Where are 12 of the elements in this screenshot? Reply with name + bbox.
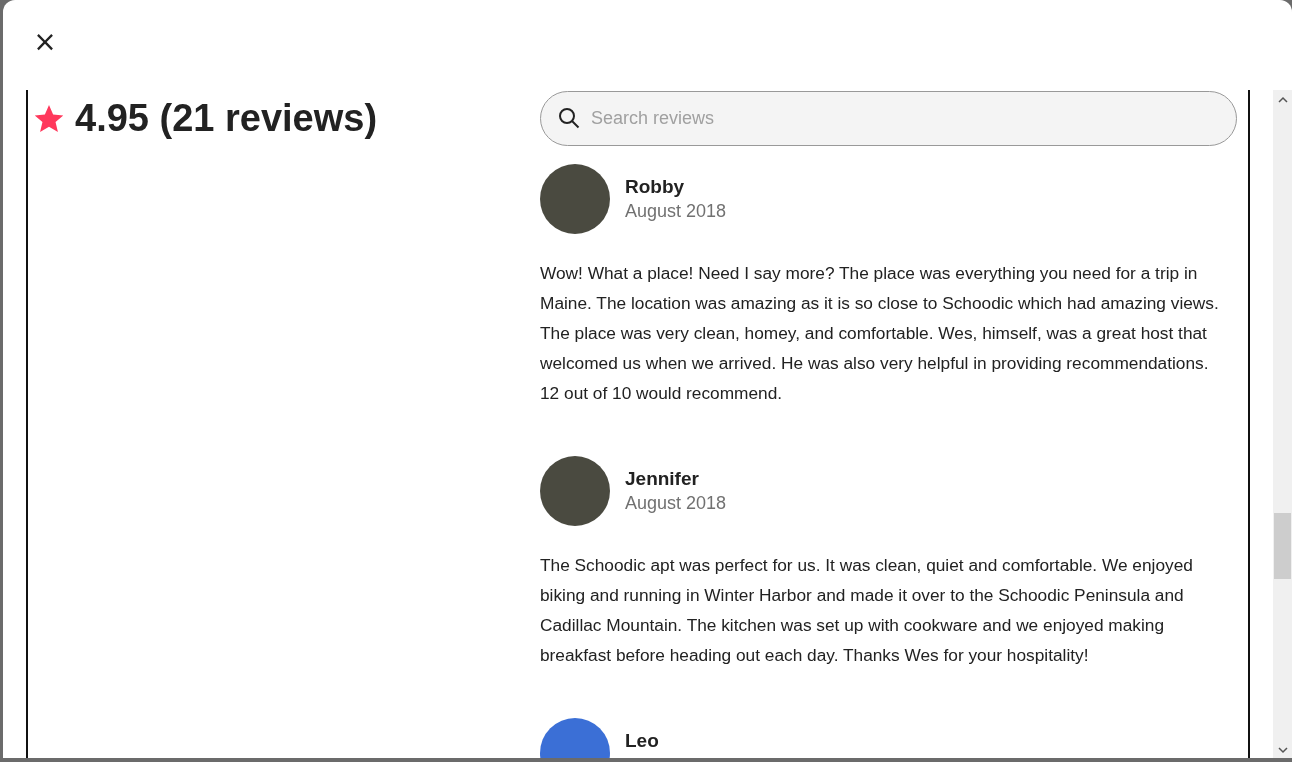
reviewer-name: Jennifer — [625, 467, 700, 491]
search-field[interactable]: Search reviews — [540, 91, 1237, 146]
reviewer-name: Leo — [625, 729, 659, 753]
review-date: August 2018 — [625, 200, 727, 223]
reviewer-name: Robby — [625, 175, 686, 199]
scrollbar-thumb[interactable] — [1274, 513, 1291, 579]
review-date: August 2018 — [625, 492, 727, 515]
star-icon — [33, 103, 65, 135]
close-button[interactable]: × — [29, 26, 61, 58]
review-text: Wow! What a place! Need I say more? The place was everything you need for a trip in Maine. The location was amazing as it is so close to Schoodic which had amazing views. The place was very clean, homey, and comfortable. Wes, himself, was a great host that welcomed us when we arrived. He was also very helpful in providing recommendations. 12 out of 10 would recommend. — [540, 262, 1220, 405]
review-text: The Schoodic apt was perfect for us. It was clean, quiet and comfortable. We enjoyed biking and running in Winter Harbor and made it over to the Schoodic Peninsula and Cadillac Mountain. The kitchen was set up with cookware and we enjoyed making breakfast before heading out each day. Thanks Wes for your hospitality! — [540, 554, 1194, 667]
rating-summary: 4.95 (21 reviews) — [75, 96, 378, 141]
